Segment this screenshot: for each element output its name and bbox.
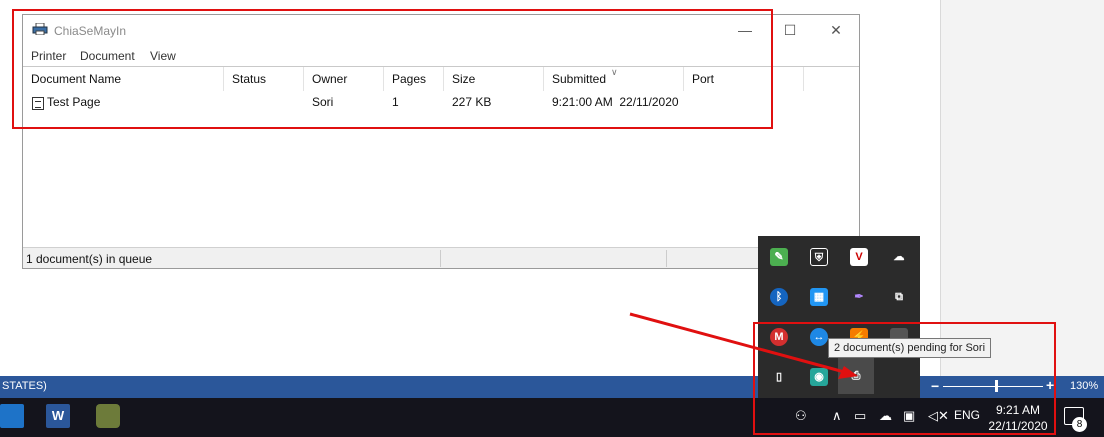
notification-count: 8: [1072, 417, 1087, 432]
language-status[interactable]: STATES): [2, 380, 47, 392]
bluetooth-icon[interactable]: ᛒ: [770, 288, 788, 306]
taskbar-app-icon[interactable]: [0, 404, 24, 428]
feather-icon[interactable]: ✒: [850, 288, 868, 306]
zoom-level[interactable]: 130%: [1070, 380, 1098, 392]
leaf-icon[interactable]: ✎: [770, 248, 788, 266]
status-bar: 1 document(s) in queue: [23, 247, 859, 268]
shield-icon[interactable]: ⛨: [810, 248, 828, 266]
status-divider: [666, 250, 667, 267]
word-app-icon[interactable]: W: [46, 404, 70, 428]
v-icon[interactable]: V: [850, 248, 868, 266]
cloud-upload-icon[interactable]: ☁: [890, 248, 908, 266]
maximize-button[interactable]: ☐: [780, 21, 800, 39]
annotation-box-window: [12, 9, 773, 129]
close-button[interactable]: ✕: [826, 21, 846, 39]
annotation-box-tray: [753, 322, 1056, 435]
queue-count: 1 document(s) in queue: [26, 252, 153, 266]
status-divider: [440, 250, 441, 267]
copy-icon[interactable]: ⧉: [890, 288, 908, 306]
document-side-panel: [940, 0, 1104, 376]
monitor-icon[interactable]: ▦: [810, 288, 828, 306]
taskbar-app-icon[interactable]: [96, 404, 120, 428]
